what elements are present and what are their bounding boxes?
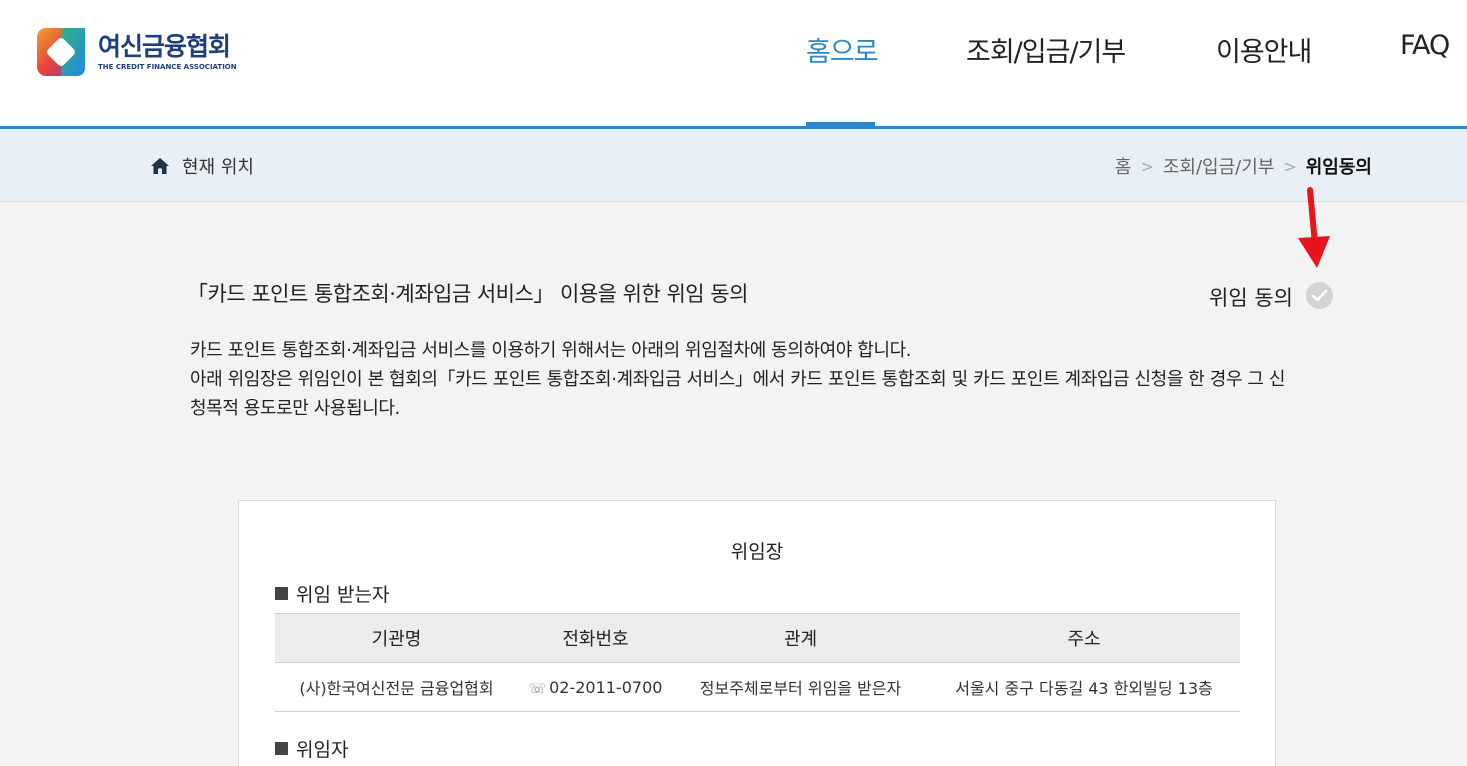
site-header: 여신금융협회 THE CREDIT FINANCE ASSOCIATION 홈으… <box>0 0 1467 126</box>
consent-title-row: 「카드 포인트 통합조회·계좌입금 서비스」 이용을 위한 위임 동의 위임 동… <box>187 276 1333 316</box>
cell-phone: ☏ 02-2011-0700 <box>518 662 673 712</box>
breadcrumb-bar: 현재 위치 홈 > 조회/입금/기부 > 위임동의 <box>0 129 1467 202</box>
consent-description: 카드 포인트 통합조회·계좌입금 서비스를 이용하기 위해서는 아래의 위임절차… <box>190 336 1320 423</box>
nav-faq[interactable]: FAQ <box>1400 30 1450 61</box>
description-line: 청목적 용도로만 사용됩니다. <box>190 398 400 419</box>
consent-checkbox[interactable] <box>1306 282 1333 309</box>
cell-organization: (사)한국여신전문 금융업협회 <box>275 662 518 712</box>
page-title: 「카드 포인트 통합조회·계좌입금 서비스」 이용을 위한 위임 동의 <box>187 282 748 306</box>
description-line: 카드 포인트 통합조회·계좌입금 서비스를 이용하기 위해서는 아래의 위임절차… <box>190 340 912 361</box>
cell-address: 서울시 중구 다동길 43 한외빌딩 13층 <box>928 662 1240 712</box>
column-header: 주소 <box>928 613 1240 663</box>
nav-inquiry-deposit-donation[interactable]: 조회/입금/기부 <box>966 30 1126 69</box>
square-bullet-icon <box>275 587 288 600</box>
section-heading-label: 위임 받는자 <box>296 584 390 606</box>
phone-icon: ☏ <box>528 680 547 697</box>
column-header: 전화번호 <box>518 613 673 663</box>
breadcrumb: 홈 > 조회/입금/기부 > 위임동의 <box>1115 153 1372 179</box>
receiver-table: 기관명 전화번호 관계 주소 (사)한국여신전문 금융업협회 ☏ 02-2011-… <box>275 613 1240 712</box>
column-header: 관계 <box>673 613 928 663</box>
letter-title: 위임장 <box>730 541 784 563</box>
red-arrow-annotation <box>1298 187 1330 268</box>
section-heading-delegator: 위임자 <box>275 735 348 762</box>
breadcrumb-separator: > <box>1283 156 1297 176</box>
breadcrumb-item-inquiry[interactable]: 조회/입금/기부 <box>1163 153 1275 179</box>
logo-subtitle: THE CREDIT FINANCE ASSOCIATION <box>98 63 237 71</box>
breadcrumb-separator: > <box>1140 156 1154 176</box>
table-row: (사)한국여신전문 금융업협회 ☏ 02-2011-0700 정보주체로부터 위임… <box>275 662 1240 712</box>
section-heading-label: 위임자 <box>296 739 349 761</box>
logo-mark-icon <box>37 28 85 76</box>
table-header-row: 기관명 전화번호 관계 주소 <box>275 613 1240 663</box>
home-icon <box>151 158 169 174</box>
cell-relation: 정보주체로부터 위임을 받은자 <box>673 662 928 712</box>
breadcrumb-item-home[interactable]: 홈 <box>1115 153 1132 179</box>
column-header: 기관명 <box>275 613 518 663</box>
logo-title: 여신금융협회 <box>98 32 231 61</box>
check-icon <box>1311 289 1328 302</box>
letter-of-attorney-card: 위임장 위임 받는자 기관명 전화번호 관계 주소 (사)한국여신전문 금융업협… <box>238 500 1276 766</box>
nav-usage-guide[interactable]: 이용안내 <box>1216 30 1312 69</box>
nav-active-indicator <box>806 122 875 127</box>
section-heading-receiver: 위임 받는자 <box>275 580 389 607</box>
description-line: 아래 위임장은 위임인이 본 협회의「카드 포인트 통합조회·계좌입금 서비스」… <box>190 369 1286 390</box>
consent-label[interactable]: 위임 동의 <box>1209 282 1293 312</box>
site-logo[interactable]: 여신금융협회 THE CREDIT FINANCE ASSOCIATION <box>36 27 237 77</box>
nav-home[interactable]: 홈으로 <box>806 30 879 69</box>
square-bullet-icon <box>275 742 288 755</box>
current-location-label: 현재 위치 <box>182 157 254 178</box>
phone-number: 02-2011-0700 <box>549 677 663 697</box>
breadcrumb-item-current: 위임동의 <box>1305 157 1372 178</box>
